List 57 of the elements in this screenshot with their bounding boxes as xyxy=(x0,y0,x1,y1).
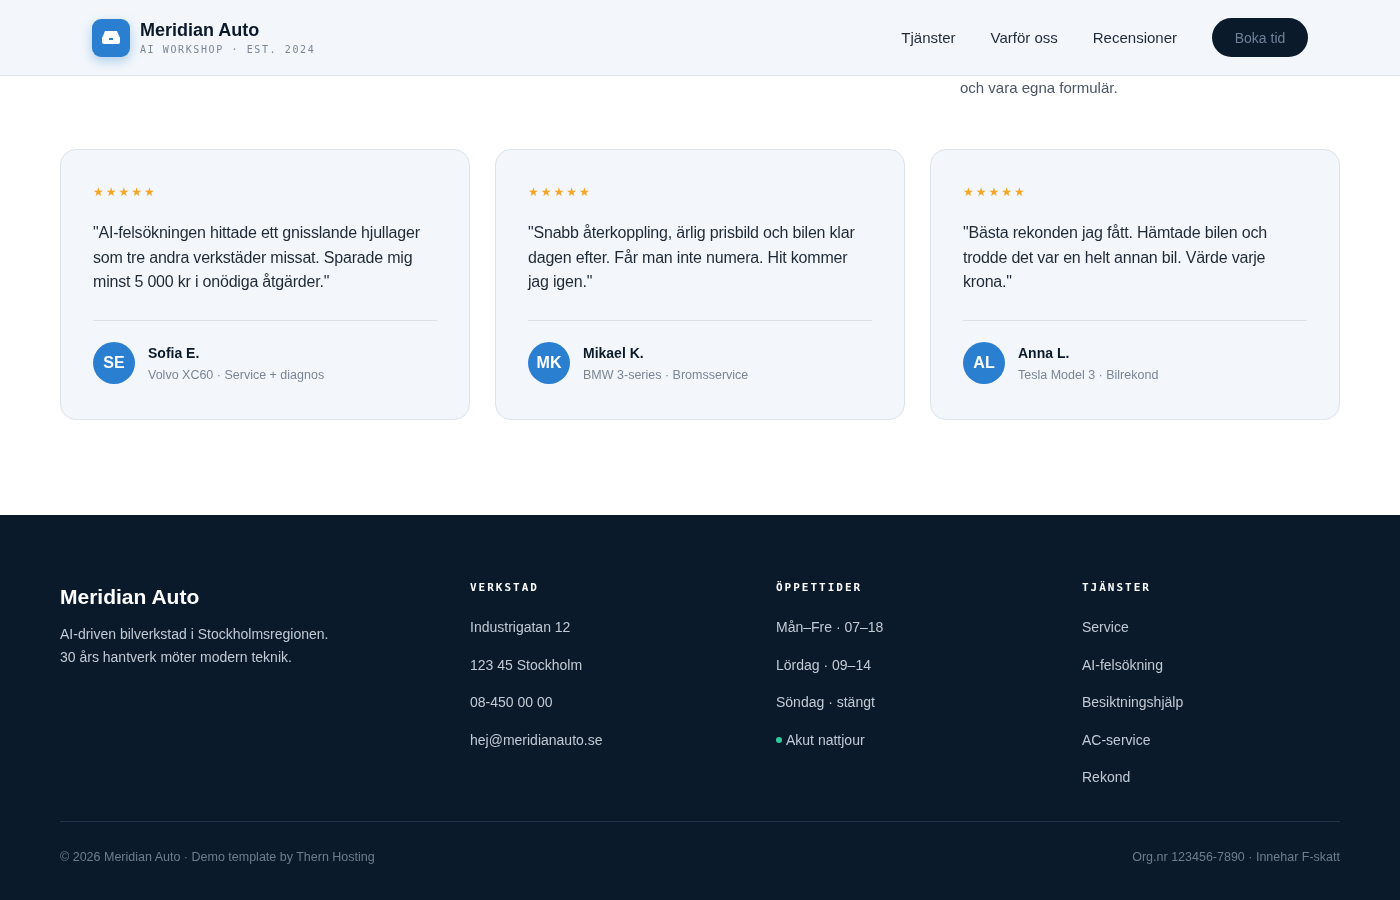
footer-link[interactable]: Service xyxy=(1082,616,1129,639)
star-icon: ★ xyxy=(963,185,974,199)
footer-link[interactable]: AI-felsökning xyxy=(1082,653,1163,677)
copyright-text: © 2026 Meridian Auto · Demo template by Thern Hosting xyxy=(60,850,375,864)
footer-text: 30 års hantverk möter modern teknik. xyxy=(60,648,293,667)
star-icon: ★ xyxy=(540,185,552,199)
star-icon: ★ xyxy=(131,185,143,199)
nav-link[interactable]: Varför oss xyxy=(990,29,1058,46)
star-icon: ★ xyxy=(988,185,1000,199)
review-quote: "Bästa rekonden jag fått. Hämtade bilen och trodde det var en helt annan bil. Värde varje krona." xyxy=(963,223,1268,292)
avatar: MK xyxy=(528,342,570,384)
footer-heading: ÖPPETTIDER xyxy=(776,581,864,594)
star-icon: ★ xyxy=(118,185,130,199)
footer-link[interactable]: Rekond xyxy=(1082,766,1131,789)
intro-text: och vara egna formulär. xyxy=(960,79,1119,96)
star-icon: ★ xyxy=(93,185,104,199)
footer-brand: Meridian Auto xyxy=(60,585,201,609)
review-quote: "AI-felsökningen hittade ett gnisslande hjullager som tre andra verkstäder missat. Sparade mig minst 5 000 kr i onödiga åtgärder." xyxy=(93,223,421,292)
brand-name[interactable]: Meridian Auto xyxy=(140,20,316,41)
footer-link[interactable]: Industrigatan 12 xyxy=(470,616,571,639)
reviewer-detail: Volvo XC60 · Service + diagnos xyxy=(148,367,325,382)
star-icon: ★ xyxy=(579,185,590,199)
star-icon: ★ xyxy=(1014,185,1025,199)
footer-link[interactable]: 08-450 00 00 xyxy=(470,691,553,714)
footer-link[interactable]: Lördag · 09–14 xyxy=(776,653,871,677)
footer-text: AI-driven bilverkstad i Stockholmsregionen. xyxy=(60,625,330,644)
reviewer-detail: Tesla Model 3 · Bilrekond xyxy=(1018,367,1159,382)
tagline: AI WORKSHOP · EST. 2024 xyxy=(140,44,316,55)
footer-heading: VERKSTAD xyxy=(470,581,540,594)
reviewer-name: Mikael K. xyxy=(583,344,645,361)
review-quote: "Snabb återkoppling, ärlig prisbild och bilen klar dagen efter. Får man inte numera. Hit kommer jag igen." xyxy=(528,223,856,292)
star-icon: ★ xyxy=(1001,185,1013,199)
nav-link[interactable]: Recensioner xyxy=(1092,29,1177,46)
reviewer-detail: BMW 3-series · Bromsservice xyxy=(583,367,749,382)
footer-link[interactable]: Mån–Fre · 07–18 xyxy=(776,616,884,639)
star-icon: ★ xyxy=(975,185,987,199)
footer-link[interactable]: hej@meridianauto.se xyxy=(470,728,603,752)
reviewer-name: Anna L. xyxy=(1018,344,1071,361)
footer-link[interactable]: Söndag · stängt xyxy=(776,691,875,714)
nav-link[interactable]: Tjänster xyxy=(901,29,956,46)
avatar: AL xyxy=(963,342,1005,384)
footer-link[interactable]: Besiktningshjälp xyxy=(1082,691,1184,714)
footer-link[interactable]: AC-service xyxy=(1082,728,1151,752)
book-button[interactable]: Boka tid xyxy=(1212,18,1308,57)
footer-link[interactable]: Akut nattjour xyxy=(786,728,865,752)
logo-icon xyxy=(92,18,130,57)
star-icon: ★ xyxy=(144,185,155,199)
footer-link[interactable]: 123 45 Stockholm xyxy=(470,653,583,677)
status-dot xyxy=(776,737,782,743)
star-icon: ★ xyxy=(553,185,565,199)
footer-heading: TJÄNSTER xyxy=(1082,581,1152,594)
org-number: Org.nr 123456-7890 · Innehar F-skatt xyxy=(1132,850,1340,864)
reviewer-name: Sofia E. xyxy=(148,344,201,361)
star-icon: ★ xyxy=(566,185,578,199)
star-icon: ★ xyxy=(528,185,539,199)
avatar: SE xyxy=(93,342,135,384)
star-icon: ★ xyxy=(105,185,117,199)
